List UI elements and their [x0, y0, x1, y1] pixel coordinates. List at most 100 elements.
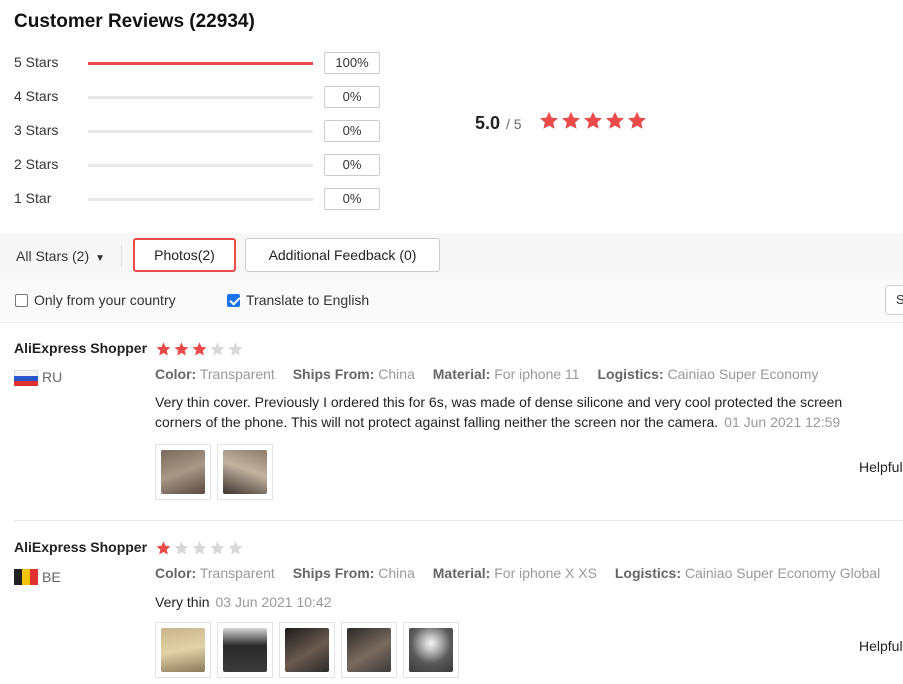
- rating-label: 2 Stars: [14, 156, 59, 172]
- star-empty-icon: [191, 540, 208, 557]
- attr-label: Material:: [432, 366, 491, 382]
- rating-max: / 5: [506, 116, 522, 132]
- attr-material: For iphone X XS: [494, 565, 597, 581]
- review-photo-thumbnail[interactable]: [341, 622, 397, 678]
- attr-logistics: Cainiao Super Economy: [667, 366, 819, 382]
- reviewer-name: AliExpress Shopper: [14, 340, 148, 356]
- rating-bar-fill: [88, 62, 313, 65]
- review-photo-thumbnail[interactable]: [155, 444, 211, 500]
- translate-option[interactable]: Translate to English: [227, 292, 369, 308]
- rating-bar: [88, 62, 313, 65]
- review-photo-thumbnail[interactable]: [217, 444, 273, 500]
- review-text-line: corners of the phone. This will not prot…: [155, 414, 719, 430]
- reviewer-country: RU: [42, 369, 63, 385]
- filter-divider: [121, 245, 122, 267]
- helpful-button[interactable]: Helpful: [859, 459, 903, 475]
- review-photo-thumbnail[interactable]: [403, 622, 459, 678]
- translate-label: Translate to English: [246, 292, 370, 308]
- attr-label: Logistics:: [614, 565, 681, 581]
- rating-percent: 0%: [324, 120, 380, 142]
- rating-label: 1 Star: [14, 190, 52, 206]
- rating-label: 3 Stars: [14, 122, 59, 138]
- star-empty-icon: [227, 341, 244, 358]
- rating-bar: [88, 130, 313, 133]
- filter-bar: All Stars (2) ▼ Photos(2) Additional Feed…: [0, 233, 903, 278]
- rating-percent: 0%: [324, 86, 380, 108]
- star-filled-icon: [191, 341, 208, 358]
- star-filled-icon: [604, 110, 626, 132]
- star-empty-icon: [173, 540, 190, 557]
- attr-label: Material:: [432, 565, 491, 581]
- review-text-line: Very thin: [155, 594, 210, 610]
- translate-checkbox[interactable]: [227, 293, 240, 307]
- flag-be-icon: [14, 569, 38, 585]
- star-filled-icon: [538, 110, 560, 132]
- attr-color: Transparent: [199, 565, 275, 581]
- review-photo-thumbnail[interactable]: [155, 622, 211, 678]
- star-empty-icon: [209, 341, 226, 358]
- flag-ru-icon: [14, 370, 38, 386]
- rating-bar: [88, 96, 313, 99]
- rating-row-2[interactable]: 2 Stars 0%: [14, 154, 394, 176]
- reviews-title: Customer Reviews (22934): [14, 11, 255, 32]
- all-stars-dropdown[interactable]: All Stars (2) ▼: [16, 248, 105, 264]
- only-country-option[interactable]: Only from your country: [15, 292, 176, 308]
- only-country-checkbox[interactable]: [15, 293, 28, 307]
- helpful-button[interactable]: Helpful: [859, 638, 903, 654]
- review-item: AliExpress Shopper BE Color: Transparent…: [0, 523, 903, 684]
- reviewer-country: BE: [42, 569, 61, 585]
- review-divider: [14, 520, 903, 521]
- review-photo-thumbnail[interactable]: [217, 622, 273, 678]
- review-text: Very thin cover. Previously I ordered th…: [155, 392, 903, 432]
- star-filled-icon: [626, 110, 648, 132]
- review-text: Very thin 03 Jun 2021 10:42: [155, 592, 903, 612]
- attr-label: Color:: [155, 565, 197, 581]
- attr-material: For iphone 11: [494, 366, 580, 382]
- photos-filter-button[interactable]: Photos(2): [133, 238, 236, 272]
- all-stars-label: All Stars (2): [16, 248, 90, 264]
- rating-row-3[interactable]: 3 Stars 0%: [14, 120, 394, 142]
- attr-label: Ships From:: [292, 366, 375, 382]
- attr-label: Logistics:: [597, 366, 664, 382]
- attr-color: Transparent: [199, 366, 275, 382]
- attr-label: Ships From:: [292, 565, 375, 581]
- review-photos: [155, 444, 279, 500]
- rating-label: 4 Stars: [14, 88, 59, 104]
- star-filled-icon: [560, 110, 582, 132]
- review-attributes: Color: Transparent Ships From: China Mat…: [155, 366, 832, 382]
- sort-dropdown[interactable]: S: [885, 285, 903, 315]
- rating-label: 5 Stars: [14, 54, 59, 70]
- star-filled-icon: [155, 341, 172, 358]
- rating-bar: [88, 164, 313, 167]
- attr-ships: China: [378, 366, 415, 382]
- attr-ships: China: [378, 565, 415, 581]
- attr-logistics: Cainiao Super Economy Global: [684, 565, 881, 581]
- rating-row-4[interactable]: 4 Stars 0%: [14, 86, 394, 108]
- review-date: 03 Jun 2021 10:42: [215, 594, 332, 610]
- additional-feedback-button[interactable]: Additional Feedback (0): [245, 238, 440, 272]
- only-country-label: Only from your country: [34, 292, 176, 308]
- star-empty-icon: [227, 540, 244, 557]
- review-attributes: Color: Transparent Ships From: China Mat…: [155, 565, 894, 581]
- rating-percent: 0%: [324, 154, 380, 176]
- star-empty-icon: [209, 540, 226, 557]
- star-filled-icon: [155, 540, 172, 557]
- rating-percent: 100%: [324, 52, 380, 74]
- review-text-line: Very thin cover. Previously I ordered th…: [155, 394, 843, 410]
- rating-row-1[interactable]: 1 Star 0%: [14, 188, 394, 210]
- chevron-down-icon: ▼: [95, 253, 106, 264]
- average-stars: [538, 110, 648, 137]
- star-filled-icon: [173, 341, 190, 358]
- reviewer-name: AliExpress Shopper: [14, 539, 148, 555]
- rating-bar: [88, 198, 313, 201]
- rating-percent: 0%: [324, 188, 380, 210]
- review-photo-thumbnail[interactable]: [279, 622, 335, 678]
- options-bar: Only from your country Translate to Engl…: [0, 278, 903, 323]
- star-filled-icon: [582, 110, 604, 132]
- attr-label: Color:: [155, 366, 197, 382]
- review-stars: [155, 540, 245, 562]
- average-rating: 5.0: [475, 113, 501, 133]
- review-photos: [155, 622, 465, 678]
- rating-row-5[interactable]: 5 Stars 100%: [14, 52, 394, 74]
- review-stars: [155, 341, 245, 363]
